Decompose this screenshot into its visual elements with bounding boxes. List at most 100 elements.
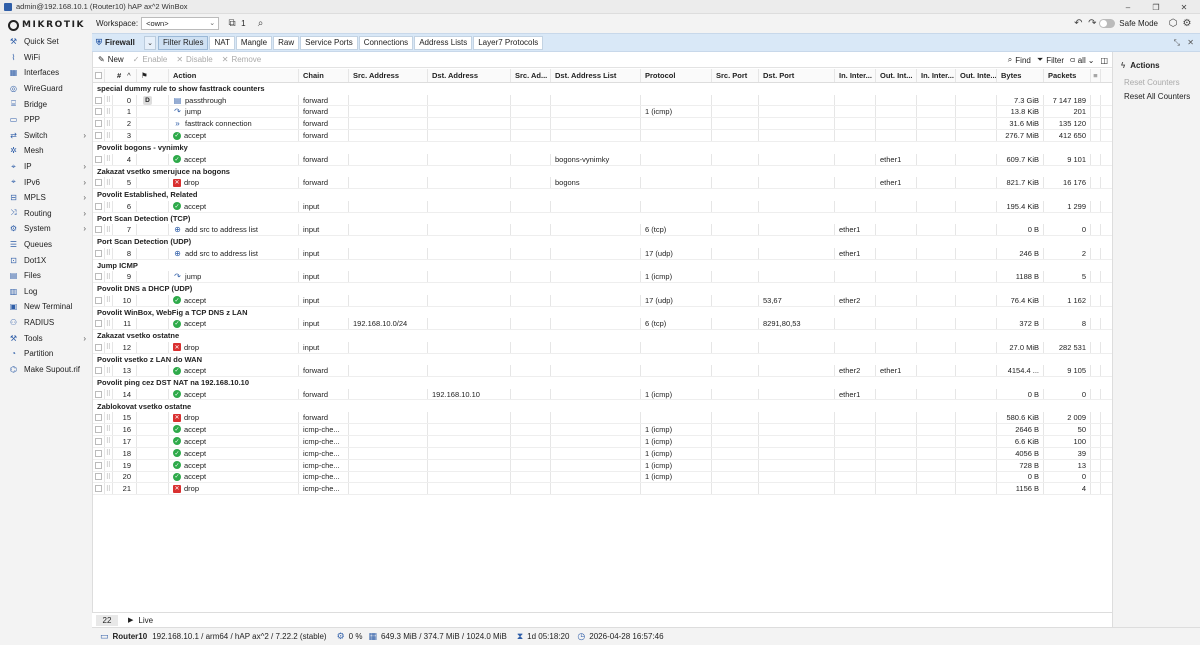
row-checkbox[interactable] [93,94,105,106]
row-checkbox[interactable] [93,423,105,435]
sidebar-item-switch[interactable]: ⇄ Switch › [0,128,92,144]
safe-mode-toggle[interactable] [1099,19,1116,28]
row-checkbox[interactable] [93,341,105,353]
sidebar-item-bridge[interactable]: ⌸ Bridge [0,96,92,112]
table-row[interactable]: ⠿ 15 ✕ drop forward 580.6 KiB 2 009 [93,412,1113,424]
drag-handle-icon[interactable]: ⠿ [105,483,113,495]
table-row[interactable]: ⠿ 11 ✓ accept input 192.168.10.0/24 6 (tcp) 829… [93,318,1113,331]
close-panel-icon[interactable]: ✕ [1187,38,1194,47]
find-button[interactable]: ⌕ Find [1008,55,1031,65]
maximize-button[interactable]: ❐ [1146,0,1166,14]
row-checkbox[interactable] [93,271,105,283]
drag-handle-icon[interactable]: ⠿ [105,388,113,400]
undo-icon[interactable]: ↶ [1071,17,1085,31]
table-row[interactable]: ⠿ 18 ✓ accept icmp-che... 1 (icmp) 4056 B 39 [93,447,1113,460]
reset-all-counters-button[interactable]: Reset All Counters [1113,92,1200,101]
view-select[interactable]: ⫏ all ⌄ [1070,55,1094,65]
tab-address-lists[interactable]: Address Lists [414,35,473,50]
header-num[interactable]: # ^ [105,69,137,82]
header-dst-address[interactable]: Dst. Address [428,69,511,82]
row-checkbox[interactable] [93,153,105,165]
header-dst-address-list[interactable]: Dst. Address List [551,69,641,82]
row-checkbox[interactable] [93,106,105,118]
shrink-icon[interactable]: ⤡ [1174,38,1180,48]
columns-toggle-button[interactable]: ◫ [1100,56,1108,65]
drag-handle-icon[interactable]: ⠿ [105,271,113,283]
sidebar-item-wireguard[interactable]: ◎ WireGuard [0,81,92,97]
sidebar-item-log[interactable]: ▥ Log [0,284,92,300]
row-checkbox[interactable] [93,447,105,459]
drag-handle-icon[interactable]: ⠿ [105,471,113,483]
tab-mangle[interactable]: Mangle [235,35,273,50]
sidebar-item-interfaces[interactable]: ▦ Interfaces [0,65,92,81]
header-packets[interactable]: Packets [1044,69,1091,82]
row-checkbox[interactable] [93,435,105,447]
row-checkbox[interactable] [93,130,105,142]
sidebar-item-system[interactable]: ⚙ System › [0,221,92,237]
drag-handle-icon[interactable]: ⠿ [105,200,113,212]
enable-button[interactable]: ✓ Enable [133,55,168,64]
sidebar-item-queues[interactable]: ☰ Queues [0,237,92,253]
table-row[interactable]: ⠿ 17 ✓ accept icmp-che... 1 (icmp) 6.6 KiB 100 [93,435,1113,448]
minimize-button[interactable]: – [1118,0,1138,14]
sidebar-item-partition[interactable]: ◔ Partition [0,346,92,362]
filter-button[interactable]: ⏷ Filter [1037,55,1064,65]
row-checkbox[interactable] [93,247,105,259]
table-row[interactable]: ⠿ 19 ✓ accept icmp-che... 1 (icmp) 728 B 13 [93,459,1113,472]
package-icon[interactable]: ⬡ [1166,17,1180,31]
drag-handle-icon[interactable]: ⠿ [105,412,113,423]
drag-handle-icon[interactable]: ⠿ [105,224,113,236]
drag-handle-icon[interactable]: ⠿ [105,118,113,130]
tab-nat[interactable]: NAT [209,35,235,50]
table-row[interactable]: ⠿ 3 ✓ accept forward 276.7 MiB 412 650 [93,130,1113,143]
reset-counters-button[interactable]: Reset Counters [1113,78,1200,87]
drag-handle-icon[interactable]: ⠿ [105,423,113,435]
table-row[interactable]: ⠿ 21 ✕ drop icmp-che... 1156 B4 [93,483,1113,496]
table-row[interactable]: ⠿ 12 ✕ drop input 27.0 MiB 282 531 [93,341,1113,354]
drag-handle-icon[interactable]: ⠿ [105,130,113,142]
sidebar-item-mpls[interactable]: ⊟ MPLS › [0,190,92,206]
settings-gear-icon[interactable]: ⚙ [1180,17,1194,31]
header-action[interactable]: Action [169,69,299,82]
disable-button[interactable]: ✕ Disable [176,55,212,64]
row-checkbox[interactable] [93,365,105,376]
sidebar-item-mesh[interactable]: ✲ Mesh [0,143,92,159]
table-row[interactable]: ⠿ 1 ↷ jump forward 1 (icmp) 13.8 KiB 201 [93,106,1113,119]
drag-handle-icon[interactable]: ⠿ [105,106,113,118]
drag-handle-icon[interactable]: ⠿ [105,435,113,447]
header-out-interface-list[interactable]: Out. Inte... [956,69,997,82]
sidebar-item-dot1x[interactable]: ⊡ Dot1X [0,252,92,268]
header-chain[interactable]: Chain [299,69,349,82]
redo-icon[interactable]: ↷ [1085,17,1099,31]
tab-connections[interactable]: Connections [358,35,414,50]
row-checkbox[interactable] [93,177,105,189]
table-row[interactable]: ⠿ 16 ✓ accept icmp-che... 1 (icmp) 2646 B 50 [93,423,1113,436]
table-row[interactable]: ⠿ 20 ✓ accept icmp-che... 1 (icmp) 0 B0 [93,471,1113,484]
drag-handle-icon[interactable]: ⠿ [105,318,113,330]
row-checkbox[interactable] [93,200,105,212]
table-row[interactable]: ⠿ 8 ⊕ add src to address list input 17 (udp) e… [93,247,1113,260]
drag-handle-icon[interactable]: ⠿ [105,247,113,259]
table-row[interactable]: ⠿ 13 ✓ accept forward ether2 ether1 4154.4 ... 9… [93,365,1113,377]
table-row[interactable]: ⠿ 7 ⊕ add src to address list input 6 (tcp) et… [93,224,1113,237]
tab-filter-rules[interactable]: Filter Rules [158,35,209,50]
table-row[interactable]: ⠿ 10 ✓ accept input 17 (udp) 53,67 ether2 76.4 K… [93,294,1113,307]
sidebar-item-wifi[interactable]: ⌇ WiFi [0,50,92,66]
row-checkbox[interactable] [93,459,105,471]
sidebar-item-quick-set[interactable]: ⚒ Quick Set [0,34,92,50]
search-icon[interactable]: ⌕ [254,17,268,31]
sidebar-item-ipv6[interactable]: ⌖ IPv6 › [0,174,92,190]
drag-handle-icon[interactable]: ⠿ [105,153,113,165]
row-checkbox[interactable] [93,318,105,330]
header-in-interface[interactable]: In. Inter... [835,69,876,82]
table-row[interactable]: ⠿ 0 D ▤ passthrough forward 7.3 GiB 7 147 189 [93,94,1113,107]
windows-icon[interactable]: ⧉ [225,17,239,31]
table-row[interactable]: ⠿ 6 ✓ accept input 195.4 KiB 1 299 [93,200,1113,213]
select-all-checkbox[interactable] [93,69,105,82]
table-row[interactable]: ⠿ 4 ✓ accept forward bogons-vynimky ether1 609.… [93,153,1113,166]
table-row[interactable]: ⠿ 5 ✕ drop forward bogons ether1 821.7 KiB 16 17… [93,177,1113,190]
drag-handle-icon[interactable]: ⠿ [105,294,113,306]
header-src-address-list[interactable]: Src. Ad... [511,69,551,82]
sidebar-item-files[interactable]: ▤ Files [0,268,92,284]
sidebar-item-tools[interactable]: ⚒ Tools › [0,330,92,346]
